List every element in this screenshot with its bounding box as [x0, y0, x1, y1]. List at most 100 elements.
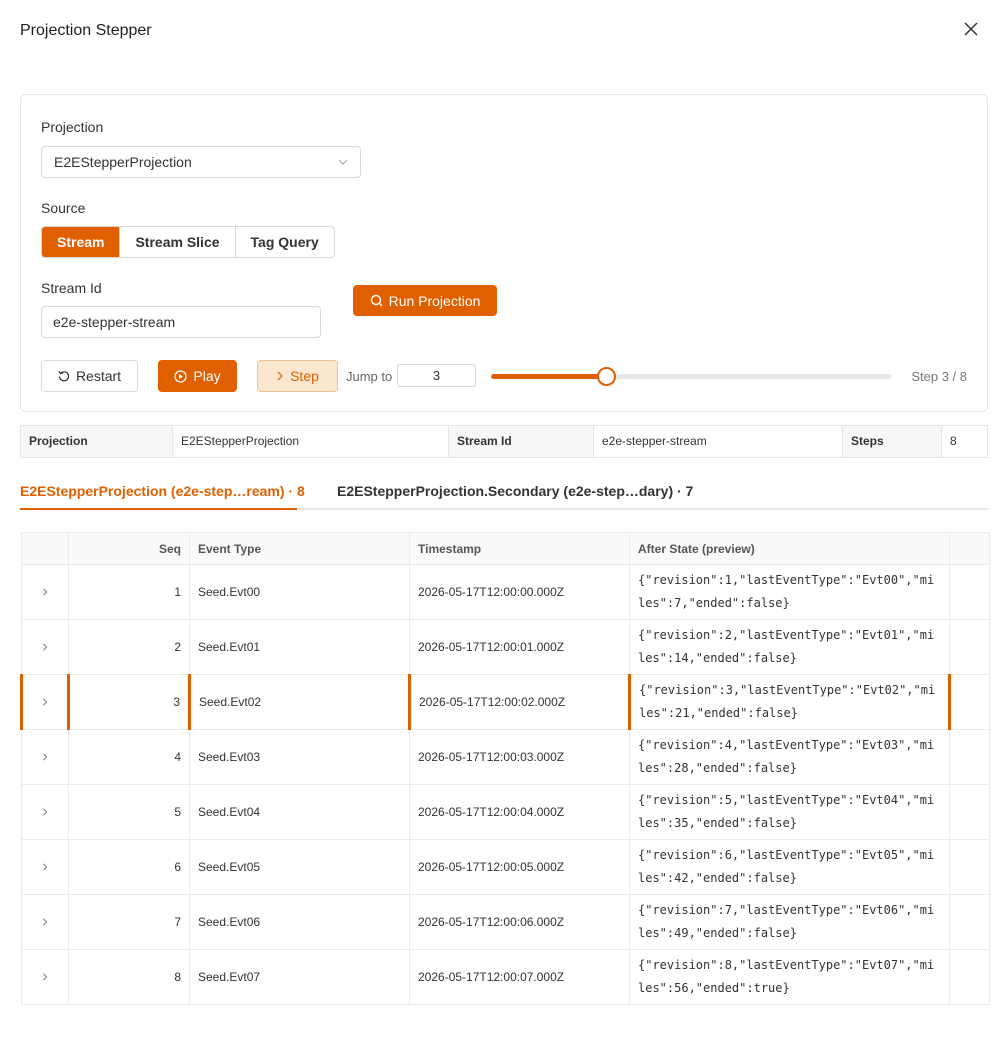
summary-stream-value: e2e-stepper-stream	[594, 426, 843, 457]
step-button[interactable]: Step	[257, 360, 338, 392]
chevron-right-icon[interactable]	[41, 863, 49, 871]
row-event-type: Seed.Evt00	[189, 564, 410, 620]
row-expand-cell[interactable]	[21, 729, 69, 785]
summary-bar: Projection E2EStepperProjection Stream I…	[20, 425, 988, 458]
row-extra-cell	[948, 674, 990, 730]
chevron-right-icon	[277, 371, 283, 381]
row-expand-cell[interactable]	[21, 839, 69, 895]
chevron-right-icon[interactable]	[41, 643, 49, 651]
source-segmented-control: Stream Stream Slice Tag Query	[41, 226, 335, 258]
source-label: Source	[41, 200, 86, 216]
play-button[interactable]: Play	[158, 360, 237, 392]
row-seq: 6	[68, 839, 190, 895]
jump-to-label: Jump to	[346, 369, 393, 384]
row-event-type: Seed.Evt02	[188, 674, 410, 730]
row-expand-cell[interactable]	[21, 564, 69, 620]
run-projection-button[interactable]: Run Projection	[353, 285, 497, 316]
projection-select[interactable]: E2EStepperProjection	[41, 146, 361, 178]
row-expand-cell[interactable]	[21, 619, 69, 675]
row-timestamp: 2026-05-17T12:00:04.000Z	[409, 784, 630, 840]
row-after-state: {"revision":8,"lastEventType":"Evt07","m…	[629, 949, 950, 1005]
row-expand-cell[interactable]	[20, 674, 69, 730]
table-row[interactable]: 1 Seed.Evt00 2026-05-17T12:00:00.000Z {"rev…	[21, 564, 990, 620]
projection-select-value: E2EStepperProjection	[54, 154, 192, 170]
search-icon	[370, 294, 383, 307]
row-seq: 1	[68, 564, 190, 620]
row-seq: 2	[68, 619, 190, 675]
page-title: Projection Stepper	[20, 22, 152, 39]
stream-id-label: Stream Id	[41, 280, 102, 296]
source-option-tag-query[interactable]: Tag Query	[234, 227, 334, 257]
row-seq: 8	[68, 949, 190, 1005]
table-row[interactable]: 4 Seed.Evt03 2026-05-17T12:00:03.000Z {"rev…	[21, 729, 990, 785]
row-extra-cell	[949, 839, 990, 895]
step-slider-handle[interactable]	[596, 367, 616, 386]
projection-tabs: E2EStepperProjection (e2e-step…ream) · 8…	[20, 474, 988, 510]
summary-projection-value: E2EStepperProjection	[173, 426, 449, 457]
chevron-right-icon[interactable]	[41, 588, 49, 596]
tab-secondary-projection[interactable]: E2EStepperProjection.Secondary (e2e-step…	[337, 483, 693, 499]
source-option-stream-slice[interactable]: Stream Slice	[119, 227, 234, 257]
restart-label: Restart	[75, 368, 122, 384]
source-option-stream[interactable]: Stream	[42, 227, 120, 257]
tab-primary-projection[interactable]: E2EStepperProjection (e2e-step…ream) · 8	[20, 483, 305, 499]
row-timestamp: 2026-05-17T12:00:02.000Z	[408, 674, 630, 730]
row-seq: 4	[68, 729, 190, 785]
jump-to-input[interactable]: 3	[397, 364, 476, 387]
projection-label: Projection	[41, 119, 104, 135]
table-row[interactable]: 8 Seed.Evt07 2026-05-17T12:00:07.000Z {"rev…	[21, 949, 990, 1005]
col-header-event-type: Event Type	[189, 532, 410, 565]
row-expand-cell[interactable]	[21, 894, 69, 950]
row-after-state: {"revision":2,"lastEventType":"Evt01","m…	[629, 619, 950, 675]
row-seq: 5	[68, 784, 190, 840]
row-extra-cell	[949, 619, 990, 675]
summary-stream-key: Stream Id	[449, 426, 594, 457]
row-event-type: Seed.Evt06	[189, 894, 410, 950]
events-table: Seq Event Type Timestamp After State (pr…	[20, 532, 990, 1005]
col-header-timestamp: Timestamp	[409, 532, 630, 565]
row-expand-cell[interactable]	[21, 949, 69, 1005]
chevron-right-icon[interactable]	[41, 973, 49, 981]
table-row[interactable]: 7 Seed.Evt06 2026-05-17T12:00:06.000Z {"rev…	[21, 894, 990, 950]
table-row[interactable]: 5 Seed.Evt04 2026-05-17T12:00:04.000Z {"rev…	[21, 784, 990, 840]
col-header-expand	[21, 532, 69, 565]
active-tab-indicator	[20, 508, 297, 510]
table-row[interactable]: 6 Seed.Evt05 2026-05-17T12:00:05.000Z {"rev…	[21, 839, 990, 895]
summary-steps-key: Steps	[843, 426, 942, 457]
row-after-state: {"revision":6,"lastEventType":"Evt05","m…	[629, 839, 950, 895]
row-event-type: Seed.Evt04	[189, 784, 410, 840]
table-header-row: Seq Event Type Timestamp After State (pr…	[21, 532, 990, 565]
stream-id-input[interactable]: e2e-stepper-stream	[41, 306, 321, 338]
row-timestamp: 2026-05-17T12:00:00.000Z	[409, 564, 630, 620]
row-extra-cell	[949, 784, 990, 840]
restart-icon	[58, 370, 69, 382]
modal-header: Projection Stepper	[20, 22, 988, 42]
table-row[interactable]: 3 Seed.Evt02 2026-05-17T12:00:02.000Z {"rev…	[20, 674, 990, 730]
chevron-right-icon[interactable]	[41, 918, 49, 926]
restart-button[interactable]: Restart	[41, 360, 138, 392]
row-extra-cell	[949, 564, 990, 620]
chevron-right-icon[interactable]	[41, 698, 49, 706]
row-extra-cell	[949, 894, 990, 950]
row-after-state: {"revision":4,"lastEventType":"Evt03","m…	[629, 729, 950, 785]
play-icon	[174, 369, 187, 383]
row-expand-cell[interactable]	[21, 784, 69, 840]
summary-projection-key: Projection	[21, 426, 173, 457]
col-header-after-state: After State (preview)	[629, 532, 950, 565]
run-projection-label: Run Projection	[388, 292, 481, 309]
row-event-type: Seed.Evt05	[189, 839, 410, 895]
row-after-state: {"revision":7,"lastEventType":"Evt06","m…	[629, 894, 950, 950]
row-after-state: {"revision":3,"lastEventType":"Evt02","m…	[628, 674, 950, 730]
col-header-seq: Seq	[68, 532, 190, 565]
row-seq: 7	[68, 894, 190, 950]
row-event-type: Seed.Evt01	[189, 619, 410, 675]
step-slider[interactable]	[491, 367, 892, 386]
row-extra-cell	[949, 729, 990, 785]
step-slider-fill	[491, 374, 606, 379]
step-label: Step	[290, 368, 319, 384]
row-extra-cell	[949, 949, 990, 1005]
chevron-right-icon[interactable]	[41, 753, 49, 761]
close-icon[interactable]	[964, 22, 978, 36]
table-row[interactable]: 2 Seed.Evt01 2026-05-17T12:00:01.000Z {"rev…	[21, 619, 990, 675]
chevron-right-icon[interactable]	[41, 808, 49, 816]
